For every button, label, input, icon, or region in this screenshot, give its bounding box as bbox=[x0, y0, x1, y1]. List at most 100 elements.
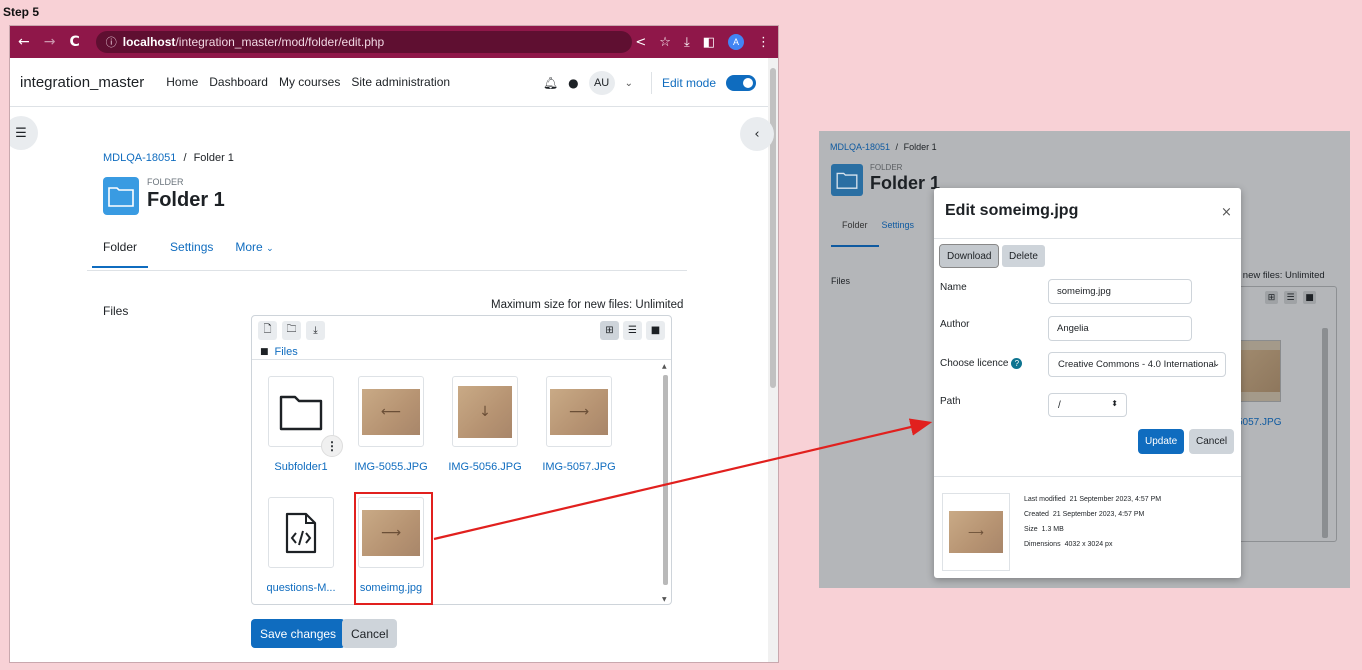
grid-view-icon[interactable]: ⊞ bbox=[1265, 291, 1278, 304]
tab-settings[interactable]: Settings bbox=[882, 220, 915, 230]
list-view-icon[interactable]: ☰ bbox=[1284, 291, 1297, 304]
file-label[interactable]: IMG-5056.JPG bbox=[440, 461, 530, 473]
file-label[interactable]: IMG-5055.JPG bbox=[346, 461, 436, 473]
breadcrumb-separator: / bbox=[183, 152, 187, 164]
nav-dashboard[interactable]: Dashboard bbox=[209, 75, 268, 89]
meta-key: Dimensions bbox=[1024, 541, 1061, 548]
download-all-icon[interactable]: ⤓ bbox=[306, 320, 325, 340]
nav-site-administration[interactable]: Site administration bbox=[351, 75, 450, 89]
share-icon[interactable]: < bbox=[635, 35, 646, 50]
back-icon[interactable]: ← bbox=[18, 34, 30, 50]
folder-icon bbox=[831, 164, 863, 196]
menu-kebab-icon[interactable]: ⋮ bbox=[757, 35, 770, 50]
path-value: / bbox=[1058, 399, 1061, 411]
file-tile-img-5056[interactable]: ↓ IMG-5056.JPG bbox=[440, 376, 530, 473]
file-manager-scrollbar[interactable]: ▲ ▼ bbox=[662, 363, 669, 603]
meta-dimensions: Dimensions 4032 x 3024 px bbox=[1024, 541, 1112, 548]
file-manager-scrollbar[interactable] bbox=[1322, 328, 1328, 538]
tab-settings[interactable]: Settings bbox=[170, 240, 213, 268]
chat-icon[interactable]: ● bbox=[568, 76, 578, 90]
image-thumbnail: ⟵ bbox=[362, 388, 420, 435]
cancel-button[interactable]: Cancel bbox=[1189, 429, 1235, 454]
page-scrollbar-thumb[interactable] bbox=[770, 68, 776, 388]
file-tile-img-5055[interactable]: ⟵ IMG-5055.JPG bbox=[346, 376, 436, 473]
edit-mode-toggle[interactable] bbox=[726, 75, 756, 91]
profile-icon[interactable]: A bbox=[728, 34, 744, 50]
meta-created: Created 21 September 2023, 4:57 PM bbox=[1024, 511, 1144, 518]
secondary-nav: Folder Settings bbox=[842, 220, 914, 230]
download-button[interactable]: Download bbox=[938, 244, 1000, 268]
path-select[interactable]: / ⬍ bbox=[1048, 393, 1127, 417]
meta-last-modified: Last modified 21 September 2023, 4:57 PM bbox=[1024, 496, 1161, 503]
forward-icon[interactable]: → bbox=[44, 34, 56, 50]
folder-icon bbox=[103, 177, 139, 215]
breadcrumb-separator: / bbox=[895, 142, 899, 152]
course-index-toggle[interactable]: ☰ bbox=[10, 116, 38, 150]
tab-more[interactable]: More ⌄ bbox=[235, 240, 273, 268]
add-file-icon[interactable]: 🗋 bbox=[258, 320, 277, 340]
address-bar[interactable]: ⓘ localhost /integration_master/mod/fold… bbox=[95, 31, 632, 53]
file-label[interactable]: 5057.JPG bbox=[1237, 417, 1281, 428]
list-view-icon[interactable]: ☰ bbox=[623, 320, 642, 340]
file-tile-subfolder[interactable]: ⋮ Subfolder1 bbox=[256, 376, 346, 473]
folder-outline-icon bbox=[279, 395, 323, 430]
updown-icon: ⬍ bbox=[1111, 399, 1118, 408]
side-panel-icon[interactable]: ◧ bbox=[703, 35, 715, 50]
breadcrumb-course[interactable]: MDLQA-18051 bbox=[830, 142, 890, 152]
update-button[interactable]: Update bbox=[1138, 429, 1185, 454]
reload-icon[interactable]: C bbox=[69, 34, 79, 50]
tree-view-icon[interactable]: ■ bbox=[646, 320, 665, 340]
browser-window: ← → C ⓘ localhost /integration_master/mo… bbox=[10, 26, 778, 662]
bell-icon[interactable]: 🔔︎ bbox=[543, 76, 558, 90]
kebab-menu-icon[interactable]: ⋮ bbox=[321, 435, 343, 457]
nav-home[interactable]: Home bbox=[166, 75, 198, 89]
create-folder-icon[interactable]: 🗀 bbox=[282, 320, 301, 340]
file-label[interactable]: Subfolder1 bbox=[256, 461, 346, 473]
scroll-up-icon[interactable]: ▲ bbox=[662, 363, 667, 370]
file-label[interactable]: IMG-5057.JPG bbox=[534, 461, 624, 473]
page-scrollbar[interactable] bbox=[768, 58, 778, 662]
dialog-divider bbox=[934, 476, 1241, 477]
nav-my-courses[interactable]: My courses bbox=[279, 75, 340, 89]
tab-folder[interactable]: Folder bbox=[842, 220, 868, 230]
breadcrumb-course[interactable]: MDLQA-18051 bbox=[103, 152, 176, 164]
scroll-down-icon[interactable]: ▼ bbox=[662, 596, 667, 603]
breadcrumb: MDLQA-18051 / Folder 1 bbox=[103, 152, 234, 164]
star-icon[interactable]: ☆ bbox=[659, 35, 671, 50]
licence-select[interactable]: Creative Commons - 4.0 International ⌄ bbox=[1048, 352, 1226, 377]
url-host: localhost bbox=[122, 35, 176, 49]
breadcrumb: MDLQA-18051 / Folder 1 bbox=[830, 142, 937, 152]
meta-value: 1.3 MB bbox=[1041, 526, 1064, 533]
avatar[interactable]: AU bbox=[588, 71, 615, 95]
breadcrumb-current: Folder 1 bbox=[903, 142, 937, 152]
name-field[interactable]: someimg.jpg bbox=[1048, 279, 1192, 304]
file-preview: ⟶ bbox=[942, 493, 1010, 571]
file-manager-scroll-thumb[interactable] bbox=[663, 375, 668, 585]
download-icon[interactable]: ⤓ bbox=[684, 35, 690, 50]
tab-folder[interactable]: Folder bbox=[92, 240, 149, 268]
meta-value: 21 September 2023, 4:57 PM bbox=[1069, 496, 1162, 503]
path-files-link[interactable]: Files bbox=[275, 346, 298, 358]
tabs-divider bbox=[87, 270, 687, 271]
file-tile-img-5057[interactable]: ⟶ IMG-5057.JPG bbox=[534, 376, 624, 473]
max-size-text: r new files: Unlimited bbox=[1237, 270, 1325, 281]
cancel-button[interactable]: Cancel bbox=[342, 619, 398, 648]
meta-value: 21 September 2023, 4:57 PM bbox=[1052, 511, 1145, 518]
author-field[interactable]: Angelia bbox=[1048, 316, 1192, 341]
chevron-down-icon[interactable]: ⌄ bbox=[625, 78, 633, 89]
close-icon[interactable]: × bbox=[1221, 205, 1232, 220]
meta-size: Size 1.3 MB bbox=[1024, 526, 1064, 533]
file-tile-questions[interactable]: questions-M... bbox=[256, 497, 346, 594]
file-label[interactable]: questions-M... bbox=[256, 582, 346, 594]
site-brand[interactable]: integration_master bbox=[20, 74, 144, 91]
view-switcher: ⊞ ☰ ■ bbox=[1265, 291, 1316, 304]
block-drawer-toggle[interactable]: ‹ bbox=[740, 117, 774, 151]
save-changes-button[interactable]: Save changes bbox=[251, 619, 346, 648]
image-thumbnail: ↓ bbox=[458, 385, 512, 438]
tree-view-icon[interactable]: ■ bbox=[1303, 291, 1316, 304]
info-icon[interactable]: ⓘ bbox=[106, 34, 117, 50]
help-icon[interactable]: ? bbox=[1011, 358, 1023, 369]
image-thumbnail bbox=[1239, 340, 1281, 402]
grid-view-icon[interactable]: ⊞ bbox=[600, 320, 619, 340]
delete-button[interactable]: Delete bbox=[1002, 245, 1045, 267]
